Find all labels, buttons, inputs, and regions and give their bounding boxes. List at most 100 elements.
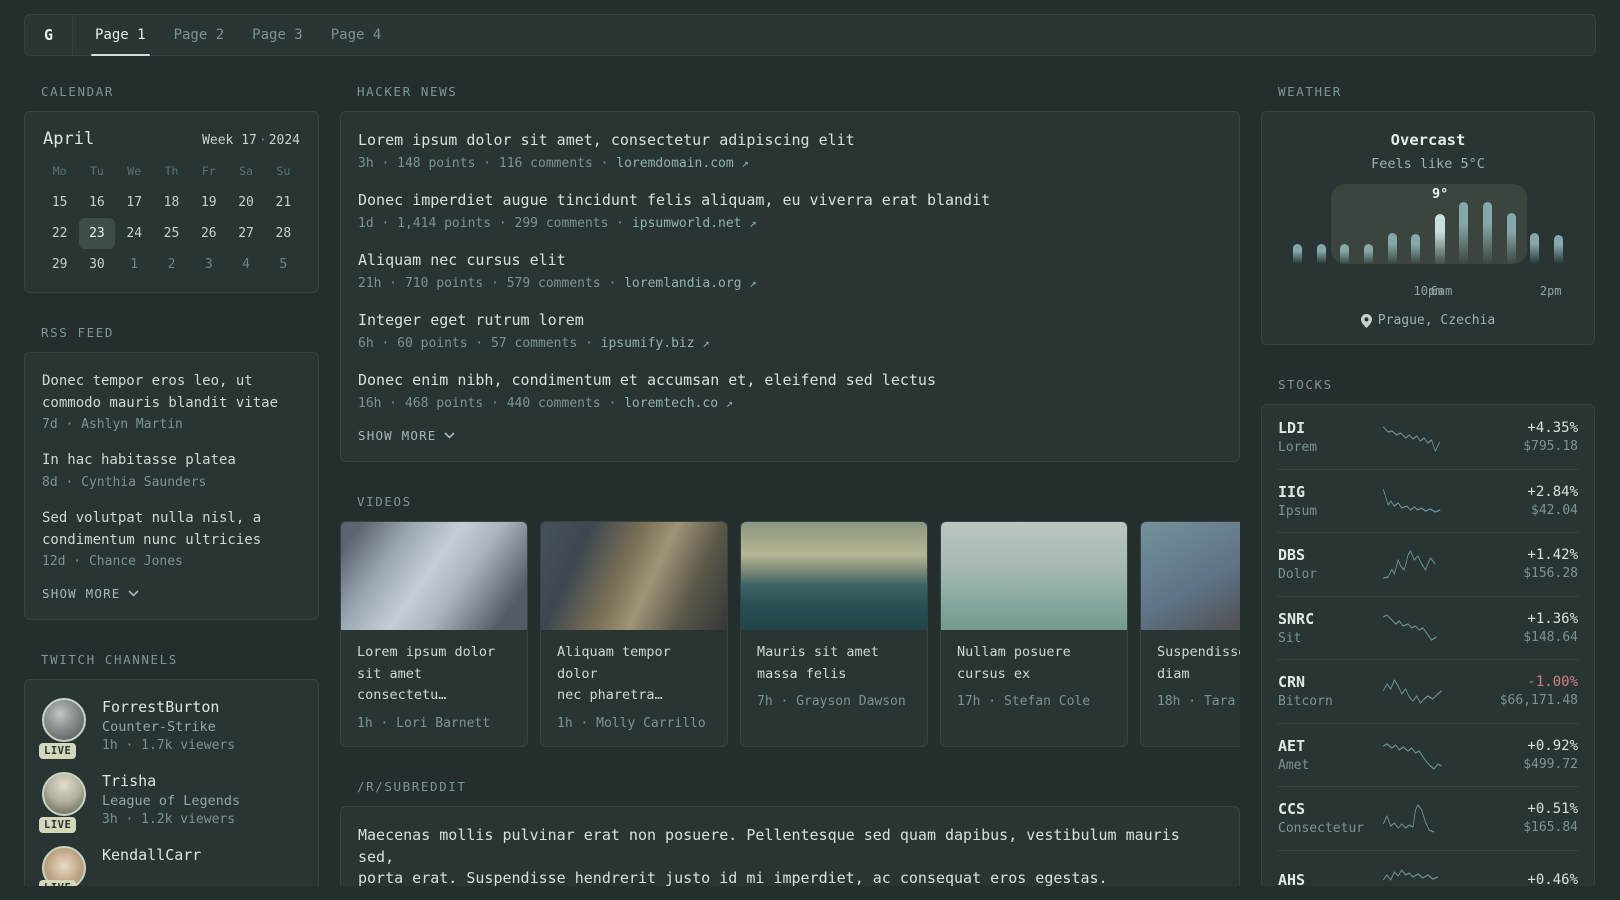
video-card[interactable]: Nullam posuere cursus ex 17h · Stefan Co… xyxy=(940,521,1128,747)
stock-values: +4.35% $795.18 xyxy=(1523,420,1578,454)
stock-row[interactable]: AET Amet +0.92% $499.72 xyxy=(1278,722,1578,787)
hackernews-item-title[interactable]: Aliquam nec cursus elit xyxy=(358,250,1222,271)
rss-show-more-button[interactable]: SHOW MORE xyxy=(42,586,139,601)
nav-tab[interactable]: Page 2 xyxy=(160,15,239,55)
live-status-badge: LIVE xyxy=(39,817,77,834)
app-logo[interactable]: G xyxy=(25,15,73,55)
twitch-widget: TWITCH CHANNELS LIVE ForrestBurton Count… xyxy=(24,652,319,886)
time-tick-label: 10pm xyxy=(1413,284,1443,298)
weather-location[interactable]: Prague, Czechia xyxy=(1278,313,1578,328)
hackernews-item-title[interactable]: Lorem ipsum dolor sit amet, consectetur … xyxy=(358,130,1222,151)
stock-row[interactable]: IIG Ipsum +2.84% $42.04 xyxy=(1278,468,1578,533)
video-title[interactable]: Aliquam tempor dolor nec pharetra… xyxy=(557,642,717,707)
hackernews-item: Donec enim nibh, condimentum et accumsan… xyxy=(358,370,1222,411)
stock-symbol: LDI xyxy=(1278,418,1306,437)
video-thumbnail[interactable] xyxy=(541,522,727,630)
video-card[interactable]: Mauris sit amet massa felis 7h · Grayson… xyxy=(740,521,928,747)
rss-list: Donec tempor eros leo, ut commodo mauris… xyxy=(42,371,301,569)
stock-change-percent: -1.00% xyxy=(1527,674,1578,691)
stock-row[interactable]: AHS +0.46% xyxy=(1278,849,1578,886)
nav-tab[interactable]: Page 4 xyxy=(317,15,396,55)
stock-name: Amet xyxy=(1278,757,1310,773)
weather-hour-bar xyxy=(1411,233,1421,264)
stock-row[interactable]: CRN Bitcorn -1.00% $66,171.48 xyxy=(1278,659,1578,723)
calendar-widget: CALENDAR April Week 17 · 2024 Mo Tu We Th Fr Sa… xyxy=(24,84,319,293)
twitch-channel-row[interactable]: LIVE ForrestBurton Counter-Strike 1h · 1… xyxy=(39,698,301,760)
video-thumbnail[interactable] xyxy=(341,522,527,630)
twitch-channel-name: Trisha xyxy=(102,772,157,791)
weekday-label: Fr xyxy=(201,164,216,178)
hackernews-item-title[interactable]: Integer eget rutrum lorem xyxy=(358,310,1222,331)
hackernews-widget: HACKER NEWS Lorem ipsum dolor sit amet, … xyxy=(340,84,1240,462)
hackernews-item-domain[interactable]: loremlandia.org xyxy=(624,276,741,291)
stock-sparkline xyxy=(1382,679,1442,704)
sparkline-path xyxy=(1383,614,1437,641)
twitch-channel-row[interactable]: LIVE Trisha League of Legends 3h · 1.2k … xyxy=(39,772,301,834)
calendar-day: 21 xyxy=(275,195,292,210)
stock-price: $148.64 xyxy=(1523,629,1578,645)
video-card[interactable]: Suspendisse diam 18h · Tara xyxy=(1140,521,1240,747)
hackernews-item-title[interactable]: Donec imperdiet augue tincidunt felis al… xyxy=(358,190,1222,211)
video-thumbnail[interactable] xyxy=(741,522,927,630)
calendar-weekdays: Mo Tu We Th Fr Sa Su xyxy=(41,164,302,187)
video-meta: 7h · Grayson Dawson xyxy=(757,694,906,710)
nav-tab[interactable]: Page 1 xyxy=(81,15,160,56)
video-title[interactable]: Mauris sit amet massa felis xyxy=(757,642,917,685)
hackernews-item-title[interactable]: Donec enim nibh, condimentum et accumsan… xyxy=(358,370,1222,391)
video-title[interactable]: Lorem ipsum dolor sit amet consectetu… xyxy=(357,642,517,707)
twitch-channel-info: KendallCarr xyxy=(102,846,201,886)
hackernews-item-domain[interactable]: ipsumify.biz xyxy=(601,336,695,351)
chevron-down-icon xyxy=(443,432,455,439)
stock-change-percent: +0.51% xyxy=(1527,801,1578,818)
hackernews-item-meta: 16h · 468 points · 440 comments · loremt… xyxy=(358,396,1222,411)
stock-change-percent: +0.92% xyxy=(1527,737,1578,754)
rss-item-title[interactable]: Donec tempor eros leo, ut commodo mauris… xyxy=(42,371,301,414)
subreddit-post: Maecenas mollis pulvinar erat non posuer… xyxy=(358,825,1222,886)
stock-sparkline xyxy=(1382,488,1441,513)
video-card[interactable]: Aliquam tempor dolor nec pharetra… 1h · … xyxy=(540,521,728,747)
stock-identity: CCS Consectetur xyxy=(1278,800,1382,836)
calendar-card: April Week 17 · 2024 Mo Tu We Th Fr Sa Su 15 16 … xyxy=(24,111,319,293)
hackernews-show-more-button[interactable]: SHOW MORE xyxy=(358,428,455,443)
subreddit-widget: /R/SUBREDDIT Maecenas mollis pulvinar er… xyxy=(340,779,1240,886)
stock-change-percent: +1.36% xyxy=(1527,610,1578,627)
video-title[interactable]: Suspendisse diam xyxy=(1157,642,1240,685)
video-thumbnail[interactable] xyxy=(941,522,1127,630)
weekday-label: We xyxy=(127,164,142,178)
stock-row[interactable]: SNRC Sit +1.36% $148.64 xyxy=(1278,595,1578,660)
hackernews-item-stats: 21h · 710 points · 579 comments · xyxy=(358,276,625,291)
weather-condition: Overcast xyxy=(1390,131,1466,149)
rss-item-title[interactable]: Sed volutpat nulla nisl, a condimentum n… xyxy=(42,508,301,551)
video-thumbnail[interactable] xyxy=(1141,522,1240,630)
stock-row[interactable]: CCS Consectetur +0.51% $165.84 xyxy=(1278,786,1578,850)
external-link-icon: ↗ xyxy=(749,276,757,290)
stock-row[interactable]: DBS Dolor +1.42% $156.28 xyxy=(1278,532,1578,596)
weather-hour-bar xyxy=(1553,234,1563,264)
stock-price: $42.04 xyxy=(1531,502,1578,518)
stocks-widget: STOCKS LDI Lorem +4.35% $795.18 IIG Ipsu… xyxy=(1261,377,1595,886)
stock-name: Lorem xyxy=(1278,439,1318,455)
hackernews-card: Lorem ipsum dolor sit amet, consectetur … xyxy=(340,111,1240,462)
rss-item-title[interactable]: In hac habitasse platea xyxy=(42,450,301,472)
subreddit-post-title[interactable]: Maecenas mollis pulvinar erat non posuer… xyxy=(358,825,1222,886)
rss-item: Donec tempor eros leo, ut commodo mauris… xyxy=(42,371,301,432)
stock-identity: IIG Ipsum xyxy=(1278,483,1382,519)
calendar-header: April Week 17 · 2024 xyxy=(41,129,302,149)
stock-symbol: AHS xyxy=(1278,871,1306,886)
video-title[interactable]: Nullam posuere cursus ex xyxy=(957,642,1117,685)
rss-item-meta: 7d · Ashlyn Martin xyxy=(42,417,183,433)
hackernews-item-domain[interactable]: loremtech.co xyxy=(624,396,718,411)
twitch-channel-row[interactable]: LIVE KendallCarr xyxy=(39,846,301,886)
nav-tab[interactable]: Page 3 xyxy=(238,15,317,55)
calendar-day: 29 xyxy=(51,257,68,272)
video-meta: 18h · Tara xyxy=(1157,694,1236,710)
hackernews-item-domain[interactable]: loremdomain.com xyxy=(616,156,733,171)
calendar-day: 5 xyxy=(279,257,288,272)
video-info: Mauris sit amet massa felis 7h · Grayson… xyxy=(741,630,927,724)
hackernews-item-domain[interactable]: ipsumworld.net xyxy=(632,216,742,231)
stock-change-percent: +0.46% xyxy=(1527,872,1578,886)
video-card[interactable]: Lorem ipsum dolor sit amet consectetu… 1… xyxy=(340,521,528,747)
stock-sparkline xyxy=(1383,426,1440,452)
stock-symbol: SNRC xyxy=(1278,609,1315,628)
stock-row[interactable]: LDI Lorem +4.35% $795.18 xyxy=(1278,405,1578,469)
